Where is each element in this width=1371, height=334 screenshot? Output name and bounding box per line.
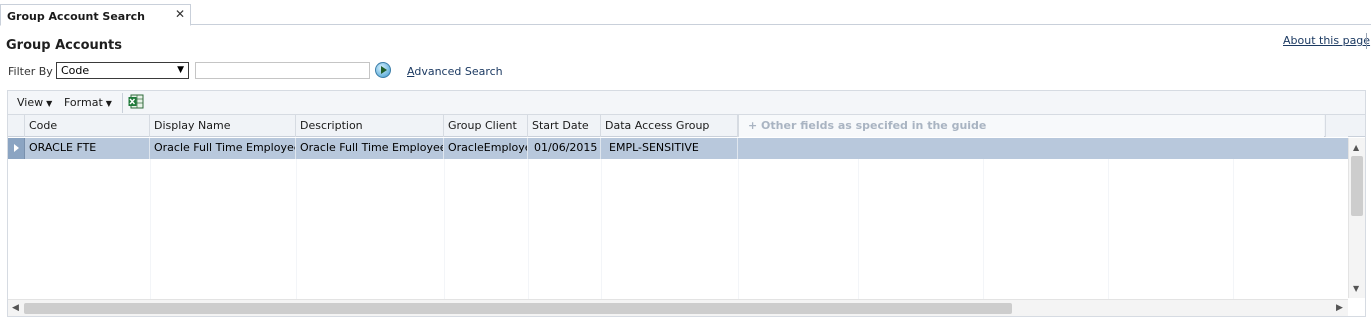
other-fields-hint: + Other fields as specifed in the guide: [738, 115, 1324, 137]
close-icon[interactable]: ✕: [175, 7, 185, 21]
row-selector-icon[interactable]: [8, 138, 25, 159]
chevron-down-icon: ▼: [46, 99, 53, 108]
column-header-start-date[interactable]: Start Date: [528, 115, 601, 137]
results-table: View ▼ Format ▼ Code Display Name Descript…: [7, 90, 1366, 317]
table-toolbar: View ▼ Format ▼: [8, 91, 1365, 115]
filter-by-select[interactable]: Code ▼: [56, 62, 189, 79]
column-header-group-client[interactable]: Group Client: [444, 115, 528, 137]
divider: [1366, 33, 1367, 49]
row-selector-header: [8, 115, 25, 137]
filter-by-label: Filter By: [8, 65, 53, 78]
excel-export-icon[interactable]: [128, 94, 144, 109]
empty-grid-area: [8, 159, 1348, 299]
format-menu[interactable]: Format ▼: [64, 96, 112, 109]
column-header-code[interactable]: Code: [25, 115, 150, 137]
view-menu[interactable]: View ▼: [17, 96, 52, 109]
tab-group-account-search[interactable]: Group Account Search ✕: [0, 4, 191, 26]
horizontal-scrollbar[interactable]: ◀ ▶: [8, 299, 1348, 316]
cell-description: Oracle Full Time Employees: [296, 138, 444, 159]
scroll-left-icon[interactable]: ◀: [12, 303, 19, 313]
table-row[interactable]: ORACLE FTE Oracle Full Time Employees Or…: [8, 138, 1348, 159]
page-title: Group Accounts: [6, 38, 122, 53]
scroll-up-icon[interactable]: ▲: [1353, 143, 1359, 152]
header-corner: [1325, 115, 1348, 137]
tab-title: Group Account Search: [7, 10, 145, 23]
format-menu-label: Format: [64, 96, 103, 109]
view-menu-label: View: [17, 96, 44, 109]
scroll-down-icon[interactable]: ▼: [1353, 284, 1359, 293]
go-icon[interactable]: [375, 62, 391, 78]
column-header-display-name[interactable]: Display Name: [150, 115, 296, 137]
vertical-scrollbar[interactable]: ▲ ▼: [1348, 138, 1365, 298]
chevron-down-icon: ▼: [105, 99, 112, 108]
table-header-row: Code Display Name Description Group Clie…: [8, 115, 1365, 137]
column-header-description[interactable]: Description: [296, 115, 444, 137]
scroll-right-icon[interactable]: ▶: [1336, 303, 1343, 313]
cell-data-access-group: EMPL-SENSITIVE: [601, 138, 738, 159]
tab-strip: Group Account Search ✕: [0, 0, 1371, 26]
advanced-search-rest: dvanced Search: [414, 65, 503, 78]
cell-display-name: Oracle Full Time Employees: [150, 138, 296, 159]
cell-code: ORACLE FTE: [25, 138, 150, 159]
advanced-search-link[interactable]: Advanced Search: [407, 65, 503, 78]
filter-value-input[interactable]: [195, 62, 370, 79]
vertical-scroll-thumb[interactable]: [1351, 156, 1363, 216]
horizontal-scroll-thumb[interactable]: [24, 303, 1012, 314]
about-this-page-link[interactable]: About this page: [1283, 34, 1370, 47]
column-header-data-access-group[interactable]: Data Access Group: [601, 115, 738, 137]
cell-group-client: OracleEmployees: [444, 138, 528, 159]
cell-start-date: 01/06/2015: [528, 138, 601, 159]
chevron-down-icon: ▼: [177, 65, 184, 75]
divider: [122, 93, 123, 113]
filter-by-selected-value: Code: [61, 64, 90, 77]
